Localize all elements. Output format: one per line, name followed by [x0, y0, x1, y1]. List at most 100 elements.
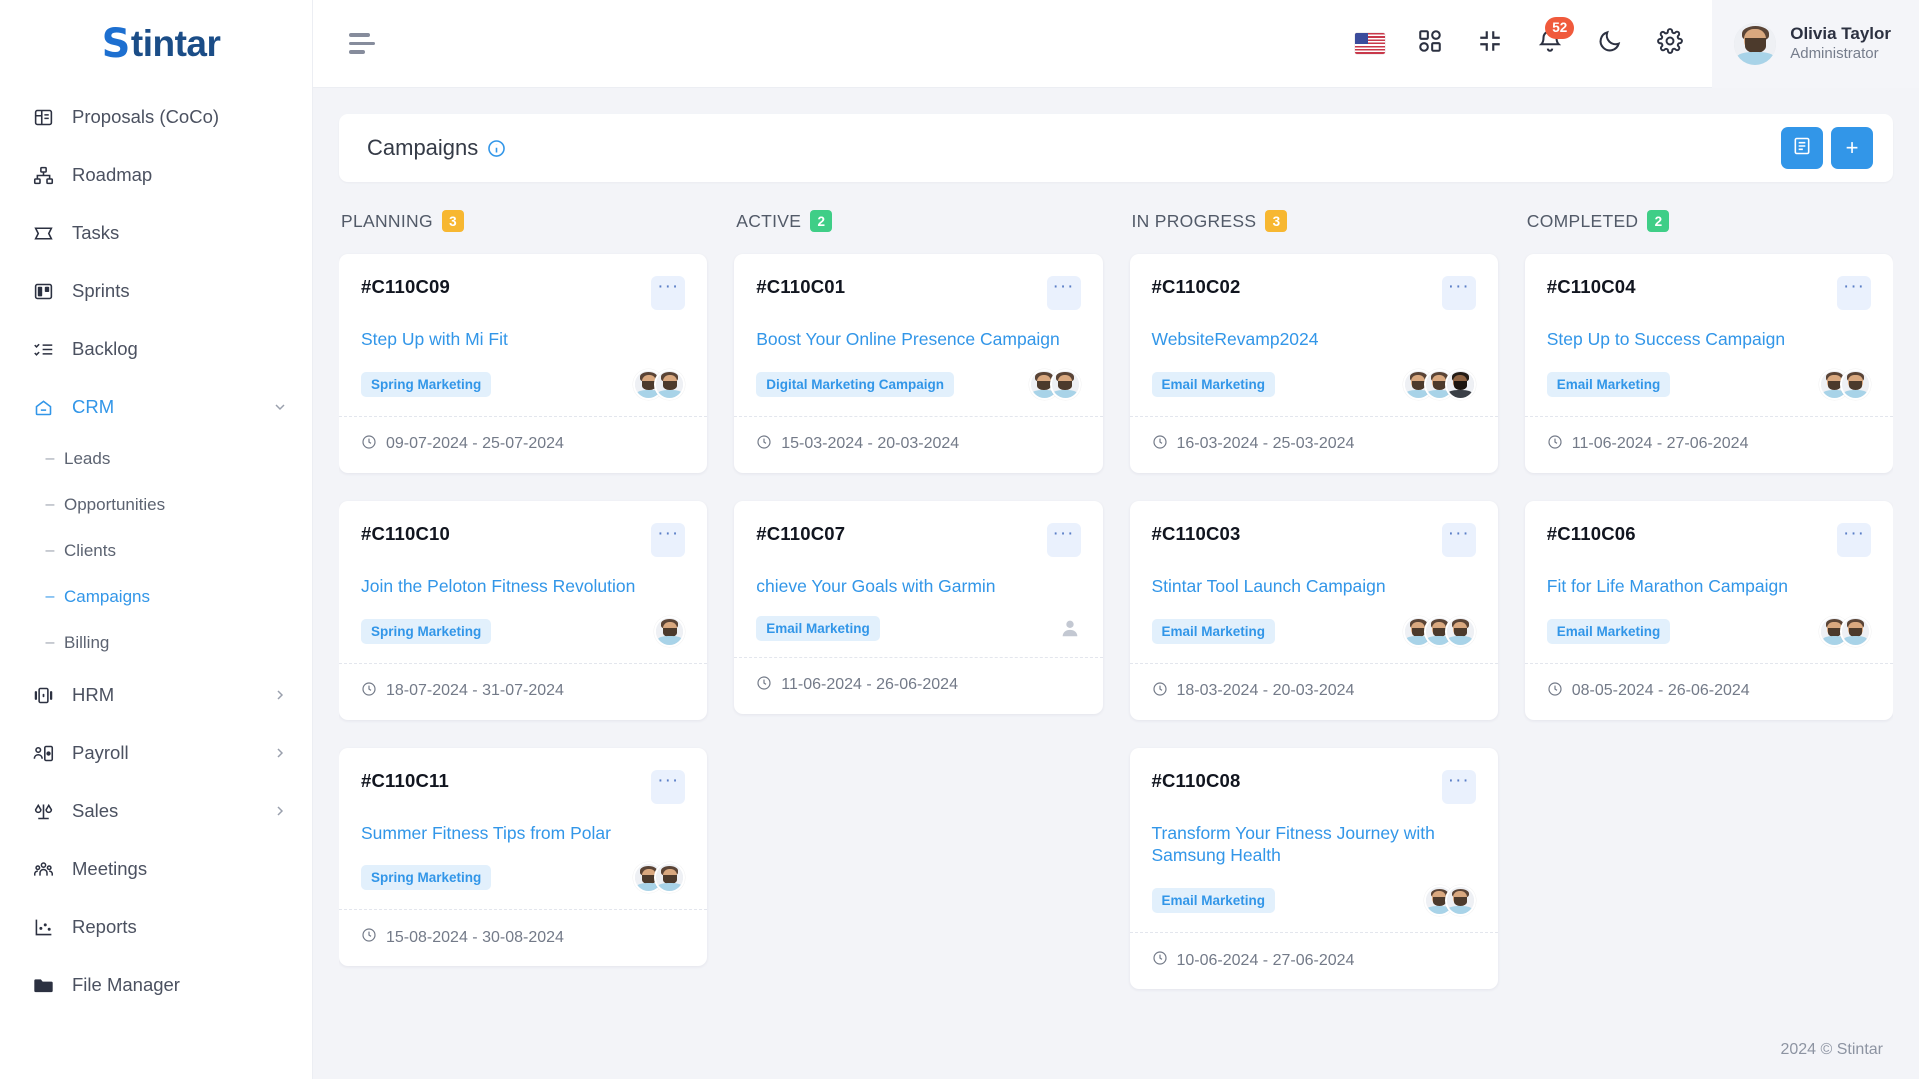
campaign-card[interactable]: #C110C02 ··· WebsiteRevamp2024 Email Mar…: [1129, 254, 1498, 473]
apps-grid-button[interactable]: [1414, 28, 1446, 60]
campaign-card[interactable]: #C110C11 ··· Summer Fitness Tips from Po…: [339, 747, 708, 967]
sidebar-item-opportunities[interactable]: – Opportunities: [0, 482, 312, 528]
card-title[interactable]: Step Up to Success Campaign: [1547, 328, 1871, 351]
clock-icon: [1547, 434, 1563, 455]
card-menu-button[interactable]: ···: [1837, 522, 1871, 557]
sidebar-item-hrm[interactable]: HRM: [0, 666, 312, 724]
sidebar-item-payroll[interactable]: Payroll: [0, 724, 312, 782]
card-date-range: 10-06-2024 - 27-06-2024: [1176, 951, 1355, 969]
profile-role: Administrator: [1790, 45, 1879, 63]
sidebar-item-crm[interactable]: CRM: [0, 378, 312, 436]
column-cards: #C110C01 ··· Boost Your Online Presence …: [734, 254, 1103, 714]
card-title[interactable]: Summer Fitness Tips from Polar: [361, 822, 685, 845]
campaign-card[interactable]: #C110C08 ··· Transform Your Fitness Jour…: [1129, 747, 1498, 989]
theme-toggle-button[interactable]: [1594, 28, 1626, 60]
card-title[interactable]: Boost Your Online Presence Campaign: [756, 328, 1080, 351]
list-view-button[interactable]: [1781, 127, 1823, 169]
card-assignees[interactable]: [1819, 615, 1871, 647]
sidebar-item-campaigns[interactable]: – Campaigns: [0, 574, 312, 620]
sidebar-item-meetings[interactable]: Meetings: [0, 840, 312, 898]
card-date-range: 16-03-2024 - 25-03-2024: [1176, 435, 1355, 453]
sidebar-item-sales[interactable]: Sales: [0, 782, 312, 840]
sidebar-item-label: File Manager: [72, 974, 180, 995]
card-menu-button[interactable]: ···: [1441, 522, 1476, 557]
sidebar-subitem-label: Billing: [64, 633, 110, 652]
card-assignees[interactable]: [1028, 368, 1081, 400]
sidebar-toggle-button[interactable]: [349, 27, 383, 61]
notifications-button[interactable]: 52: [1534, 16, 1575, 60]
card-assignees[interactable]: [633, 862, 686, 894]
card-tag: Email Marketing: [756, 615, 880, 641]
sidebar-nav: Proposals (CoCo) Roadmap Tasks Sprints B…: [0, 88, 312, 1014]
sidebar-item-label: CRM: [72, 396, 115, 417]
card-menu-button[interactable]: ···: [1837, 276, 1871, 310]
card-title[interactable]: chieve Your Goals with Garmin: [756, 575, 1080, 598]
info-circle-icon[interactable]: [487, 139, 506, 158]
card-assignees[interactable]: [633, 368, 686, 400]
sidebar-subitem-label: Campaigns: [64, 587, 150, 606]
card-assignees[interactable]: [1402, 368, 1476, 400]
card-title[interactable]: Step Up with Mi Fit: [361, 328, 685, 351]
campaign-card[interactable]: #C110C10 ··· Join the Peloton Fitness Re…: [339, 500, 708, 720]
sidebar-item-clients[interactable]: – Clients: [0, 528, 312, 574]
collapse-fullscreen-icon: [1477, 28, 1503, 59]
card-assignees[interactable]: [1402, 615, 1476, 647]
dash-icon: –: [45, 450, 55, 467]
sidebar-item-backlog[interactable]: Backlog: [0, 320, 312, 378]
settings-button[interactable]: [1654, 28, 1686, 60]
card-menu-button[interactable]: ···: [1046, 276, 1081, 310]
sidebar-item-label: Proposals (CoCo): [72, 106, 220, 127]
campaign-card[interactable]: #C110C09 ··· Step Up with Mi Fit Spring …: [339, 254, 708, 473]
campaign-card[interactable]: #C110C04 ··· Step Up to Success Campaign…: [1524, 254, 1893, 473]
avatar: [654, 615, 686, 647]
card-menu-button[interactable]: ···: [651, 769, 686, 804]
card-title[interactable]: WebsiteRevamp2024: [1152, 328, 1476, 351]
campaign-card[interactable]: #C110C03 ··· Stintar Tool Launch Campaig…: [1129, 500, 1498, 720]
brand-logo[interactable]: Stintar: [0, 0, 312, 88]
campaign-card[interactable]: #C110C07 ··· chieve Your Goals with Garm…: [734, 500, 1103, 714]
sidebar-item-billing[interactable]: – Billing: [0, 620, 312, 666]
fullscreen-toggle-button[interactable]: [1474, 28, 1506, 60]
tasks-icon: [30, 220, 56, 246]
card-title[interactable]: Stintar Tool Launch Campaign: [1152, 575, 1476, 598]
card-title[interactable]: Fit for Life Marathon Campaign: [1547, 575, 1871, 598]
language-selector-button[interactable]: [1354, 28, 1386, 60]
card-date-range: 09-07-2024 - 25-07-2024: [386, 435, 564, 453]
card-dates: 10-06-2024 - 27-06-2024: [1129, 932, 1498, 989]
card-menu-button[interactable]: ···: [1046, 522, 1081, 557]
sidebar-item-tasks[interactable]: Tasks: [0, 204, 312, 262]
kanban-board: PLANNING 3 #C110C09 ··· Step Up with Mi …: [339, 210, 1893, 1021]
card-code: #C110C02: [1151, 276, 1241, 297]
campaign-card[interactable]: #C110C06 ··· Fit for Life Marathon Campa…: [1524, 500, 1893, 720]
add-campaign-button[interactable]: +: [1831, 127, 1873, 169]
card-title[interactable]: Join the Peloton Fitness Revolution: [361, 575, 685, 598]
sidebar-item-label: Tasks: [72, 222, 120, 243]
sidebar-item-file-manager[interactable]: File Manager: [0, 956, 312, 1014]
card-menu-button[interactable]: ···: [651, 276, 686, 310]
backlog-icon: [30, 336, 56, 362]
card-assignees[interactable]: [1059, 617, 1081, 639]
card-code: #C110C01: [756, 276, 846, 297]
clock-icon: [361, 927, 377, 948]
card-menu-button[interactable]: ···: [651, 522, 686, 557]
avatar: [1049, 368, 1081, 400]
card-title[interactable]: Transform Your Fitness Journey with Sams…: [1152, 822, 1476, 868]
clock-icon: [1547, 681, 1563, 702]
campaign-card[interactable]: #C110C01 ··· Boost Your Online Presence …: [734, 254, 1103, 473]
meetings-icon: [30, 856, 56, 882]
avatar: [1444, 885, 1476, 916]
sidebar-item-proposals[interactable]: Proposals (CoCo): [0, 88, 312, 146]
sidebar-item-roadmap[interactable]: Roadmap: [0, 146, 312, 204]
sidebar-item-leads[interactable]: – Leads: [0, 436, 312, 482]
card-assignees[interactable]: [1819, 368, 1871, 400]
sprints-icon: [30, 278, 56, 304]
card-menu-button[interactable]: ···: [1441, 276, 1476, 310]
card-menu-button[interactable]: ···: [1441, 769, 1476, 804]
user-profile-menu[interactable]: Olivia Taylor Administrator: [1712, 0, 1919, 88]
sidebar-subitem-label: Clients: [64, 541, 116, 560]
sidebar-item-sprints[interactable]: Sprints: [0, 262, 312, 320]
card-assignees[interactable]: [654, 615, 686, 647]
sidebar-item-label: Backlog: [72, 338, 138, 359]
card-assignees[interactable]: [1423, 885, 1476, 916]
sidebar-item-reports[interactable]: Reports: [0, 898, 312, 956]
